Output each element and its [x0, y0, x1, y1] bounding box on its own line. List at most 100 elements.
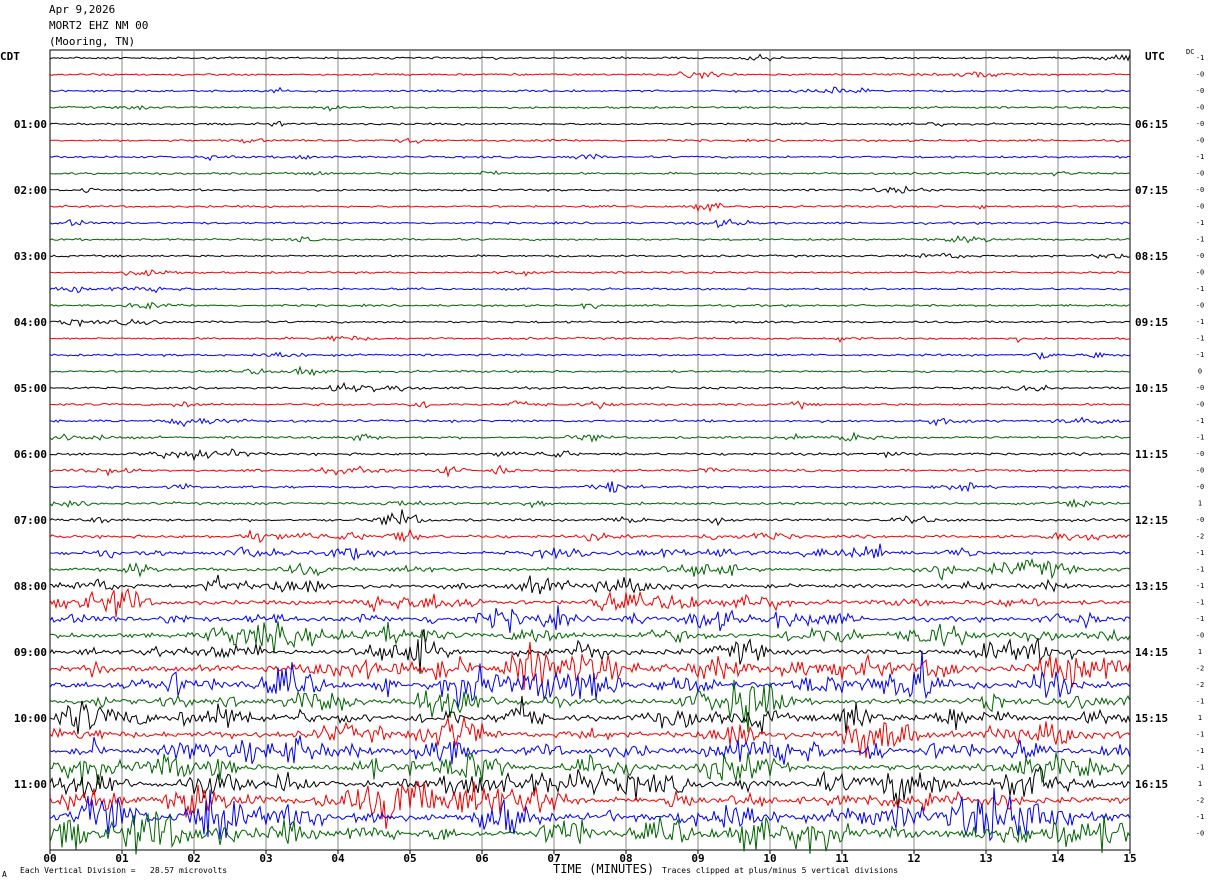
left-hour-label: 05:00 — [14, 382, 47, 395]
seismic-trace — [49, 104, 1131, 112]
seismic-trace — [49, 381, 1130, 393]
dc-offset-label: -0 — [1196, 120, 1204, 128]
scale-note: Each Vertical Division = 28.57 microvolt… — [20, 866, 228, 875]
dc-offset-label: -1 — [1196, 285, 1204, 293]
seismic-trace — [49, 543, 1131, 562]
right-hour-label: 11:15 — [1135, 448, 1168, 461]
x-tick-label: 12 — [907, 852, 920, 865]
seismic-trace — [49, 86, 1131, 94]
dc-offset-label: -0 — [1196, 71, 1204, 79]
dc-offset-label: 1 — [1198, 500, 1202, 508]
seismic-trace — [49, 234, 1131, 244]
right-hour-label: 10:15 — [1135, 382, 1168, 395]
dc-offset-label: -0 — [1196, 516, 1204, 524]
dc-offset-label: -1 — [1196, 566, 1204, 574]
left-hour-label: 09:00 — [14, 646, 47, 659]
seismic-trace — [49, 120, 1131, 128]
left-hour-label: 03:00 — [14, 250, 47, 263]
dc-offset-label: -1 — [1196, 615, 1204, 623]
right-hour-label: 16:15 — [1135, 778, 1168, 791]
seismic-trace — [49, 528, 1131, 544]
seismic-trace — [49, 448, 1131, 462]
dc-offset-label: -1 — [1196, 549, 1204, 557]
dc-offset-label: -0 — [1196, 203, 1204, 211]
x-tick-label: 15 — [1123, 852, 1136, 865]
seismic-trace — [49, 481, 1131, 493]
dc-offset-label: -1 — [1196, 236, 1204, 244]
dc-offset-label: -1 — [1196, 54, 1204, 62]
x-tick-label: 14 — [1051, 852, 1065, 865]
seismic-trace — [49, 365, 1131, 377]
seismic-trace — [49, 464, 1131, 478]
seismic-trace — [49, 318, 1131, 328]
dc-offset-label: -0 — [1196, 269, 1204, 277]
dc-offset-label: -0 — [1196, 137, 1204, 145]
seismic-trace — [49, 335, 1131, 344]
left-hour-label: 11:00 — [14, 778, 47, 791]
x-tick-label: 10 — [763, 852, 776, 865]
x-tick-label: 09 — [691, 852, 704, 865]
dc-offset-label: -1 — [1196, 582, 1204, 590]
seismic-trace — [49, 185, 1131, 194]
dc-offset-label: -2 — [1196, 665, 1204, 673]
left-hour-label: 08:00 — [14, 580, 47, 593]
x-tick-label: 04 — [331, 852, 345, 865]
x-axis-title: TIME (MINUTES) — [553, 862, 655, 876]
right-hour-label: 12:15 — [1135, 514, 1168, 527]
dc-offset-label: -0 — [1196, 170, 1204, 178]
dc-offset-label: -0 — [1196, 450, 1204, 458]
seismic-trace — [49, 218, 1131, 229]
right-hour-label: 09:15 — [1135, 316, 1168, 329]
x-tick-label: 03 — [259, 852, 272, 865]
seismic-trace — [49, 780, 1131, 830]
seismic-trace — [49, 170, 1131, 177]
seismic-trace — [50, 416, 1131, 428]
dc-offset-label: -1 — [1196, 599, 1204, 607]
dc-offset-label: -0 — [1196, 384, 1204, 392]
seismic-trace — [49, 557, 1131, 581]
left-hour-label: 06:00 — [14, 448, 47, 461]
seismic-trace — [49, 431, 1131, 443]
dc-offset-label: -1 — [1196, 417, 1204, 425]
seismic-trace — [49, 137, 1131, 144]
dc-offset-label: -0 — [1196, 401, 1204, 409]
helicorder-chart: -1 -0 -0 -0 -0 -0 -1 -0 -0 -0 -1 -1 -0 -0 -1 -0 -1 -1 -1 0 -… — [14, 49, 1204, 865]
seismic-trace — [49, 498, 1131, 509]
left-hour-label: 02:00 — [14, 184, 47, 197]
seismic-trace — [49, 269, 1131, 277]
dc-offset-label: 1 — [1198, 648, 1202, 656]
x-tick-label: 01 — [115, 852, 129, 865]
x-tick-label: 13 — [979, 852, 992, 865]
seismic-trace — [49, 587, 1131, 618]
dc-offset-label: -0 — [1196, 104, 1204, 112]
x-tick-label: 02 — [187, 852, 200, 865]
dc-offset-label: -1 — [1196, 219, 1204, 227]
right-hour-label: 15:15 — [1135, 712, 1168, 725]
dc-offset-label: -0 — [1196, 632, 1204, 640]
right-hour-label: 08:15 — [1135, 250, 1168, 263]
x-tick-label: 00 — [43, 852, 56, 865]
plot-frame — [49, 49, 1131, 851]
x-tick-label: 05 — [403, 852, 416, 865]
seismic-trace — [49, 735, 1131, 765]
seismic-trace — [50, 202, 1131, 213]
dc-offset-label: 1 — [1198, 714, 1202, 722]
seismic-trace — [49, 71, 1131, 80]
right-hour-label: 14:15 — [1135, 646, 1168, 659]
corner-mark: A — [2, 870, 7, 879]
seismic-trace — [49, 53, 1131, 62]
clip-note: Traces clipped at plus/minus 5 vertical … — [662, 866, 899, 875]
dc-offset-label: -0 — [1196, 483, 1204, 491]
dc-offset-label: -0 — [1196, 186, 1204, 194]
dc-offset-label: -1 — [1196, 747, 1204, 755]
seismic-trace — [49, 787, 1131, 842]
right-hour-label: 13:15 — [1135, 580, 1168, 593]
dc-offset-label: -2 — [1196, 681, 1204, 689]
traces — [49, 53, 1131, 855]
seismic-trace — [49, 574, 1131, 595]
seismic-trace — [49, 509, 1131, 527]
dc-offset-label: -1 — [1196, 335, 1204, 343]
left-hour-label: 07:00 — [14, 514, 47, 527]
left-hour-label: 04:00 — [14, 316, 47, 329]
dc-offset-label: -1 — [1196, 351, 1204, 359]
